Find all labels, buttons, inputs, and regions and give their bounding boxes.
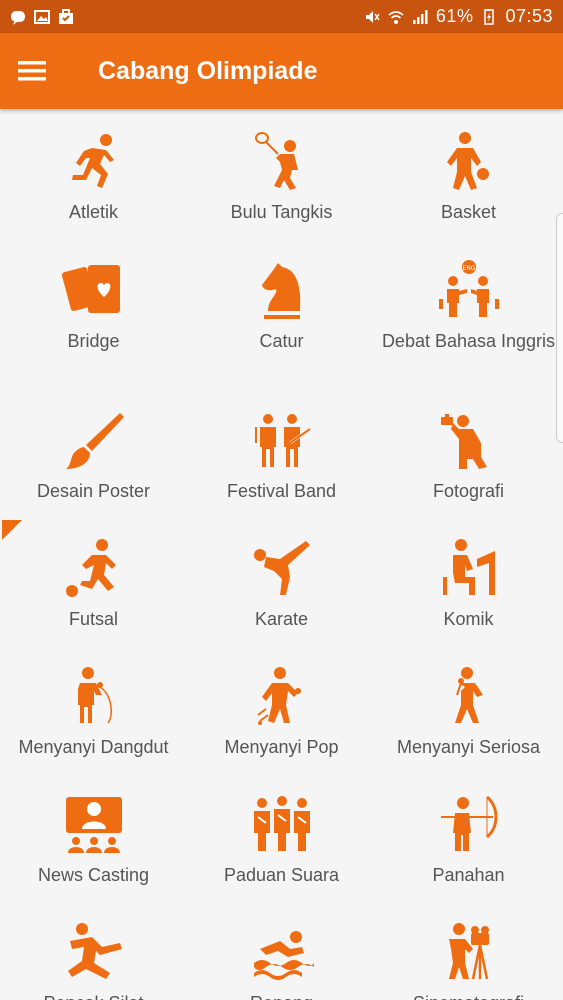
paintbrush-icon (62, 409, 126, 473)
playing-cards-icon (61, 259, 126, 323)
category-item-news-casting[interactable]: News Casting (0, 793, 187, 886)
category-label: Renang (188, 992, 375, 1000)
archery-icon (437, 793, 501, 857)
category-label: Atletik (68, 202, 119, 222)
karate-icon (250, 537, 314, 601)
category-label: Bridge (67, 331, 120, 351)
cinematography-icon (437, 921, 501, 985)
category-grid: Atletik Bulu Tangkis Basket Bridge Catur… (0, 109, 563, 1000)
news-anchor-icon (62, 793, 126, 857)
gallery-icon (34, 9, 50, 25)
swimming-icon (250, 921, 314, 985)
singer-dangdut-icon (62, 665, 126, 729)
category-item-bridge[interactable]: Bridge (0, 259, 187, 352)
category-label: Karate (254, 609, 309, 629)
category-item-atletik[interactable]: Atletik (0, 130, 187, 223)
hamburger-menu-icon[interactable] (0, 33, 64, 109)
wifi-icon (388, 9, 404, 25)
category-item-basket[interactable]: Basket (375, 130, 562, 223)
badminton-icon (250, 130, 314, 194)
futsal-icon (62, 537, 126, 601)
page-title: Cabang Olimpiade (98, 56, 318, 85)
category-item-menyanyi-pop[interactable]: Menyanyi Pop (188, 665, 375, 758)
battery-icon (481, 8, 497, 25)
briefcase-icon (58, 8, 74, 25)
category-label: Sinematografi (375, 992, 562, 1000)
status-bar-left (10, 8, 74, 25)
svg-text:ENG: ENG (462, 265, 475, 272)
band-icon (250, 409, 314, 473)
category-label: Catur (259, 331, 304, 351)
category-label: Menyanyi Pop (224, 737, 339, 757)
martial-arts-icon (62, 921, 126, 985)
category-label: Fotografi (432, 481, 505, 501)
category-item-karate[interactable]: Karate (188, 537, 375, 630)
category-label: Pencak Silat (0, 992, 187, 1000)
category-label: Festival Band (226, 481, 337, 501)
singer-seriosa-icon (437, 665, 501, 729)
category-item-pencak-silat[interactable]: Pencak Silat (0, 921, 187, 1000)
category-item-sinematografi[interactable]: Sinematografi (375, 921, 562, 1000)
category-item-bulu-tangkis[interactable]: Bulu Tangkis (188, 130, 375, 223)
signal-icon (412, 9, 428, 25)
category-label: Basket (440, 202, 497, 222)
category-item-menyanyi-seriosa[interactable]: Menyanyi Seriosa (375, 665, 562, 758)
battery-percent: 61% (435, 6, 474, 26)
category-item-debat-bahasa-inggris[interactable]: ENG Debat Bahasa Inggris (375, 259, 562, 352)
category-item-renang[interactable]: Renang (188, 921, 375, 1000)
category-label: Paduan Suara (223, 865, 340, 885)
category-label: Bulu Tangkis (230, 202, 333, 222)
category-item-festival-band[interactable]: Festival Band (188, 409, 375, 502)
singer-pop-icon (250, 665, 314, 729)
edge-overlay-marker[interactable] (2, 520, 22, 540)
category-label: Panahan (432, 865, 505, 885)
photographer-icon (437, 409, 501, 473)
comic-artist-icon (437, 537, 501, 601)
status-bar: 61% 07:53 (0, 0, 563, 33)
status-bar-right: 61% 07:53 (364, 6, 553, 27)
category-label: Debat Bahasa Inggris (381, 331, 556, 351)
category-label: Menyanyi Dangdut (18, 737, 169, 757)
edge-panel-handle[interactable] (556, 213, 563, 443)
basketball-icon (437, 130, 501, 194)
app-bar: Cabang Olimpiade (0, 33, 563, 109)
category-label: Menyanyi Seriosa (396, 737, 541, 757)
category-label: Desain Poster (36, 481, 151, 501)
chess-knight-icon (250, 259, 314, 323)
line-app-icon (10, 9, 26, 25)
choir-icon (250, 793, 314, 857)
category-item-panahan[interactable]: Panahan (375, 793, 562, 886)
category-item-catur[interactable]: Catur (188, 259, 375, 352)
category-item-desain-poster[interactable]: Desain Poster (0, 409, 187, 502)
category-item-fotografi[interactable]: Fotografi (375, 409, 562, 502)
category-label: Komik (443, 609, 494, 629)
status-time: 07:53 (505, 6, 553, 26)
category-item-paduan-suara[interactable]: Paduan Suara (188, 793, 375, 886)
category-item-futsal[interactable]: Futsal (0, 537, 187, 630)
category-item-menyanyi-dangdut[interactable]: Menyanyi Dangdut (0, 665, 187, 758)
category-label: Futsal (68, 609, 119, 629)
category-label: News Casting (37, 865, 150, 885)
debate-icon: ENG (437, 259, 501, 323)
category-item-komik[interactable]: Komik (375, 537, 562, 630)
running-icon (62, 130, 126, 194)
mute-icon (364, 9, 380, 25)
